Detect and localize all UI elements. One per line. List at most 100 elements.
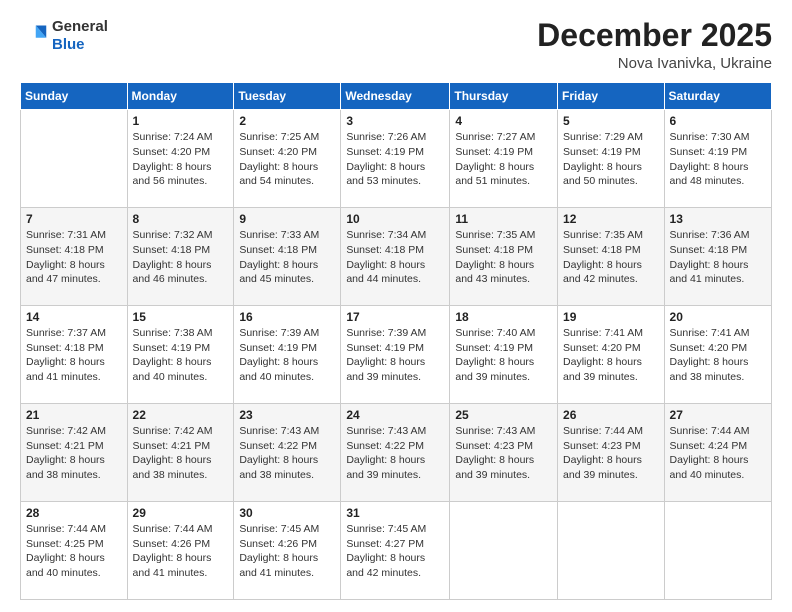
day-cell: 20Sunrise: 7:41 AMSunset: 4:20 PMDayligh… xyxy=(664,306,771,404)
day-cell: 27 Sunrise: 7:44 AMSunset: 4:24 PMDayligh… xyxy=(664,404,771,502)
day-cell: 6Sunrise: 7:30 AMSunset: 4:19 PMDaylight… xyxy=(664,110,771,208)
day-number: 10 xyxy=(346,212,444,226)
calendar-table: SundayMondayTuesdayWednesdayThursdayFrid… xyxy=(20,82,772,600)
weekday-header-row: SundayMondayTuesdayWednesdayThursdayFrid… xyxy=(21,83,772,110)
day-detail: Sunrise: 7:42 AMSunset: 4:21 PMDaylight:… xyxy=(26,424,122,483)
day-detail: Sunrise: 7:42 AMSunset: 4:21 PMDaylight:… xyxy=(133,424,229,483)
day-detail: Sunrise: 7:44 AMSunset: 4:25 PMDaylight:… xyxy=(26,522,122,581)
week-row-2: 7 Sunrise: 7:31 AMSunset: 4:18 PMDaylight… xyxy=(21,208,772,306)
day-detail: Sunrise: 7:38 AMSunset: 4:19 PMDaylight:… xyxy=(133,326,229,385)
day-number: 28 xyxy=(26,506,122,520)
day-number: 9 xyxy=(239,212,335,226)
logo: General Blue xyxy=(20,18,108,54)
weekday-header-monday: Monday xyxy=(127,83,234,110)
day-cell xyxy=(558,502,665,600)
day-detail: Sunrise: 7:44 AMSunset: 4:24 PMDaylight:… xyxy=(670,424,766,483)
day-cell: 12 Sunrise: 7:35 AMSunset: 4:18 PMDayligh… xyxy=(558,208,665,306)
day-number: 31 xyxy=(346,506,444,520)
weekday-header-sunday: Sunday xyxy=(21,83,128,110)
weekday-header-wednesday: Wednesday xyxy=(341,83,450,110)
week-row-1: 1 Sunrise: 7:24 AMSunset: 4:20 PMDaylight… xyxy=(21,110,772,208)
day-number: 1 xyxy=(133,114,229,128)
day-cell: 31 Sunrise: 7:45 AMSunset: 4:27 PMDayligh… xyxy=(341,502,450,600)
day-cell: 24 Sunrise: 7:43 AMSunset: 4:22 PMDayligh… xyxy=(341,404,450,502)
day-detail: Sunrise: 7:34 AMSunset: 4:18 PMDaylight:… xyxy=(346,228,444,287)
day-detail: Sunrise: 7:39 AMSunset: 4:19 PMDaylight:… xyxy=(239,326,335,385)
day-detail: Sunrise: 7:39 AMSunset: 4:19 PMDaylight:… xyxy=(346,326,444,385)
day-number: 18 xyxy=(455,310,552,324)
day-detail: Sunrise: 7:43 AMSunset: 4:22 PMDaylight:… xyxy=(346,424,444,483)
day-detail: Sunrise: 7:36 AMSunset: 4:18 PMDaylight:… xyxy=(670,228,766,287)
day-number: 11 xyxy=(455,212,552,226)
day-number: 13 xyxy=(670,212,766,226)
day-cell: 1 Sunrise: 7:24 AMSunset: 4:20 PMDaylight… xyxy=(127,110,234,208)
day-number: 4 xyxy=(455,114,552,128)
logo-general-text: General xyxy=(52,18,108,35)
day-detail: Sunrise: 7:43 AMSunset: 4:22 PMDaylight:… xyxy=(239,424,335,483)
day-detail: Sunrise: 7:30 AMSunset: 4:19 PMDaylight:… xyxy=(670,130,766,189)
week-row-4: 21Sunrise: 7:42 AMSunset: 4:21 PMDayligh… xyxy=(21,404,772,502)
day-detail: Sunrise: 7:33 AMSunset: 4:18 PMDaylight:… xyxy=(239,228,335,287)
day-detail: Sunrise: 7:43 AMSunset: 4:23 PMDaylight:… xyxy=(455,424,552,483)
day-cell: 17Sunrise: 7:39 AMSunset: 4:19 PMDayligh… xyxy=(341,306,450,404)
day-cell: 19Sunrise: 7:41 AMSunset: 4:20 PMDayligh… xyxy=(558,306,665,404)
day-detail: Sunrise: 7:41 AMSunset: 4:20 PMDaylight:… xyxy=(670,326,766,385)
day-detail: Sunrise: 7:31 AMSunset: 4:18 PMDaylight:… xyxy=(26,228,122,287)
day-number: 3 xyxy=(346,114,444,128)
day-cell xyxy=(450,502,558,600)
month-title: December 2025 xyxy=(537,18,772,53)
day-number: 29 xyxy=(133,506,229,520)
day-number: 2 xyxy=(239,114,335,128)
header: General Blue December 2025 Nova Ivanivka… xyxy=(20,18,772,72)
day-cell: 7 Sunrise: 7:31 AMSunset: 4:18 PMDaylight… xyxy=(21,208,128,306)
day-detail: Sunrise: 7:27 AMSunset: 4:19 PMDaylight:… xyxy=(455,130,552,189)
day-number: 12 xyxy=(563,212,659,226)
day-cell: 11 Sunrise: 7:35 AMSunset: 4:18 PMDayligh… xyxy=(450,208,558,306)
day-cell: 3 Sunrise: 7:26 AMSunset: 4:19 PMDaylight… xyxy=(341,110,450,208)
day-number: 7 xyxy=(26,212,122,226)
day-number: 14 xyxy=(26,310,122,324)
day-detail: Sunrise: 7:26 AMSunset: 4:19 PMDaylight:… xyxy=(346,130,444,189)
day-cell: 4 Sunrise: 7:27 AMSunset: 4:19 PMDaylight… xyxy=(450,110,558,208)
day-number: 19 xyxy=(563,310,659,324)
day-number: 26 xyxy=(563,408,659,422)
title-block: December 2025 Nova Ivanivka, Ukraine xyxy=(537,18,772,72)
day-detail: Sunrise: 7:32 AMSunset: 4:18 PMDaylight:… xyxy=(133,228,229,287)
day-cell: 28 Sunrise: 7:44 AMSunset: 4:25 PMDayligh… xyxy=(21,502,128,600)
day-detail: Sunrise: 7:44 AMSunset: 4:23 PMDaylight:… xyxy=(563,424,659,483)
day-number: 8 xyxy=(133,212,229,226)
day-cell: 13 Sunrise: 7:36 AMSunset: 4:18 PMDayligh… xyxy=(664,208,771,306)
logo-blue-text: Blue xyxy=(52,36,85,53)
day-cell: 15 Sunrise: 7:38 AMSunset: 4:19 PMDayligh… xyxy=(127,306,234,404)
day-cell: 21Sunrise: 7:42 AMSunset: 4:21 PMDayligh… xyxy=(21,404,128,502)
day-number: 5 xyxy=(563,114,659,128)
weekday-header-saturday: Saturday xyxy=(664,83,771,110)
day-cell: 26 Sunrise: 7:44 AMSunset: 4:23 PMDayligh… xyxy=(558,404,665,502)
week-row-3: 14Sunrise: 7:37 AMSunset: 4:18 PMDayligh… xyxy=(21,306,772,404)
day-detail: Sunrise: 7:29 AMSunset: 4:19 PMDaylight:… xyxy=(563,130,659,189)
day-number: 15 xyxy=(133,310,229,324)
day-detail: Sunrise: 7:40 AMSunset: 4:19 PMDaylight:… xyxy=(455,326,552,385)
day-cell: 25Sunrise: 7:43 AMSunset: 4:23 PMDayligh… xyxy=(450,404,558,502)
day-number: 30 xyxy=(239,506,335,520)
day-detail: Sunrise: 7:45 AMSunset: 4:26 PMDaylight:… xyxy=(239,522,335,581)
day-number: 22 xyxy=(133,408,229,422)
day-cell: 10 Sunrise: 7:34 AMSunset: 4:18 PMDayligh… xyxy=(341,208,450,306)
day-number: 24 xyxy=(346,408,444,422)
day-detail: Sunrise: 7:45 AMSunset: 4:27 PMDaylight:… xyxy=(346,522,444,581)
day-cell: 16Sunrise: 7:39 AMSunset: 4:19 PMDayligh… xyxy=(234,306,341,404)
day-detail: Sunrise: 7:24 AMSunset: 4:20 PMDaylight:… xyxy=(133,130,229,189)
day-cell: 5 Sunrise: 7:29 AMSunset: 4:19 PMDaylight… xyxy=(558,110,665,208)
day-cell xyxy=(664,502,771,600)
day-cell xyxy=(21,110,128,208)
location-subtitle: Nova Ivanivka, Ukraine xyxy=(537,55,772,72)
day-detail: Sunrise: 7:35 AMSunset: 4:18 PMDaylight:… xyxy=(455,228,552,287)
calendar-page: General Blue December 2025 Nova Ivanivka… xyxy=(0,0,792,612)
day-detail: Sunrise: 7:25 AMSunset: 4:20 PMDaylight:… xyxy=(239,130,335,189)
logo-icon xyxy=(20,22,48,50)
day-number: 27 xyxy=(670,408,766,422)
day-detail: Sunrise: 7:44 AMSunset: 4:26 PMDaylight:… xyxy=(133,522,229,581)
weekday-header-friday: Friday xyxy=(558,83,665,110)
day-cell: 2 Sunrise: 7:25 AMSunset: 4:20 PMDaylight… xyxy=(234,110,341,208)
day-detail: Sunrise: 7:35 AMSunset: 4:18 PMDaylight:… xyxy=(563,228,659,287)
